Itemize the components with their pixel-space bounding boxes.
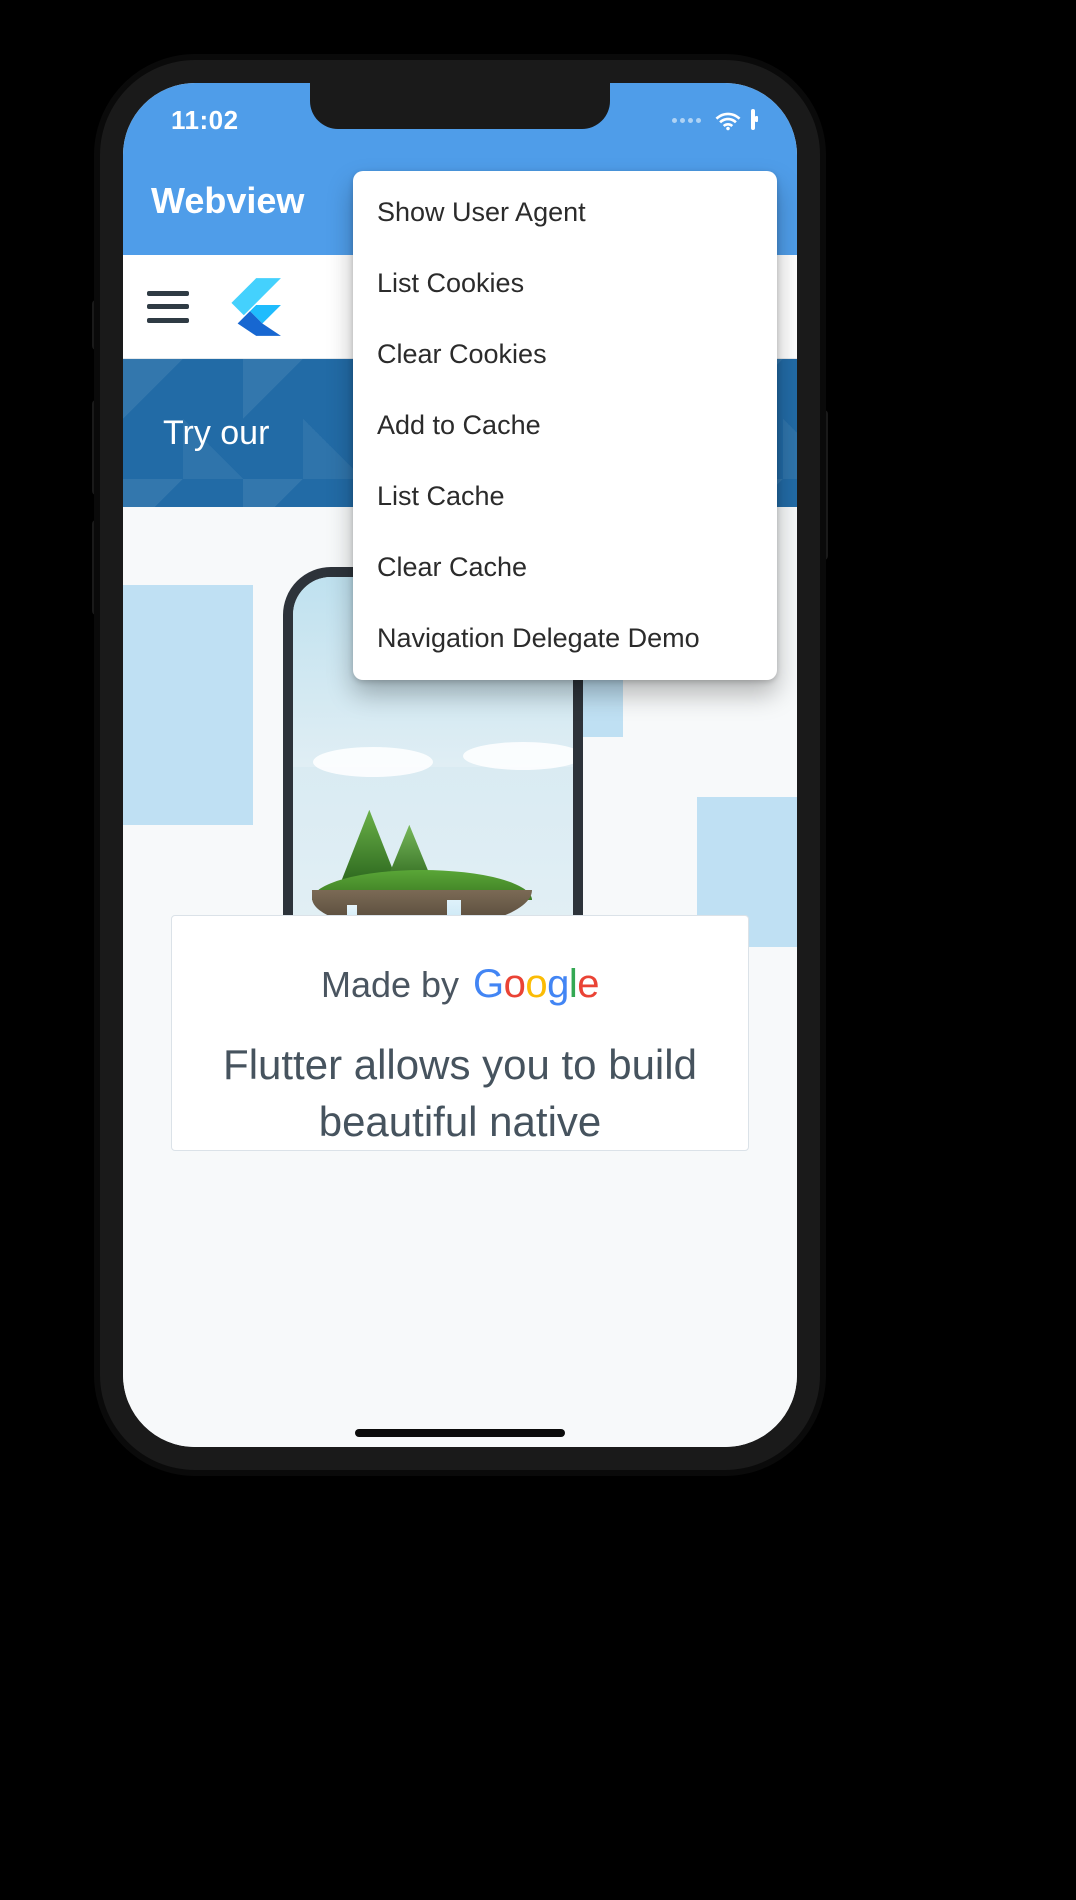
device-screen: 11:02 Webview	[123, 83, 797, 1447]
promo-banner-text: Try our	[163, 414, 269, 453]
device-mute-switch	[92, 300, 100, 350]
flutter-logo-icon	[217, 274, 283, 340]
made-by-label: Made by	[321, 964, 459, 1006]
device-power-button	[820, 410, 828, 560]
google-wordmark-icon: Google	[473, 962, 599, 1007]
app-bar-title: Webview	[151, 180, 304, 222]
home-indicator[interactable]	[355, 1429, 565, 1437]
menu-list-cookies[interactable]: List Cookies	[353, 248, 777, 319]
device-volume-up	[92, 400, 100, 495]
menu-clear-cookies[interactable]: Clear Cookies	[353, 319, 777, 390]
menu-clear-cache[interactable]: Clear Cache	[353, 532, 777, 603]
hamburger-icon[interactable]	[147, 291, 189, 323]
device-frame: 11:02 Webview	[100, 60, 820, 1470]
device-volume-down	[92, 520, 100, 615]
wifi-icon	[713, 109, 743, 131]
hero-decoration	[123, 585, 253, 825]
menu-add-to-cache[interactable]: Add to Cache	[353, 390, 777, 461]
battery-icon	[751, 111, 755, 129]
menu-navigation-delegate[interactable]: Navigation Delegate Demo	[353, 603, 777, 674]
intro-tagline: Flutter allows you to build beautiful na…	[202, 1037, 718, 1150]
menu-show-user-agent[interactable]: Show User Agent	[353, 177, 777, 248]
device-notch	[310, 83, 610, 129]
status-time: 11:02	[171, 105, 239, 136]
intro-card: Made by Google Flutter allows you to bui…	[171, 915, 749, 1151]
overflow-menu: Show User Agent List Cookies Clear Cooki…	[353, 171, 777, 680]
cellular-dots-icon	[672, 118, 701, 123]
menu-list-cache[interactable]: List Cache	[353, 461, 777, 532]
